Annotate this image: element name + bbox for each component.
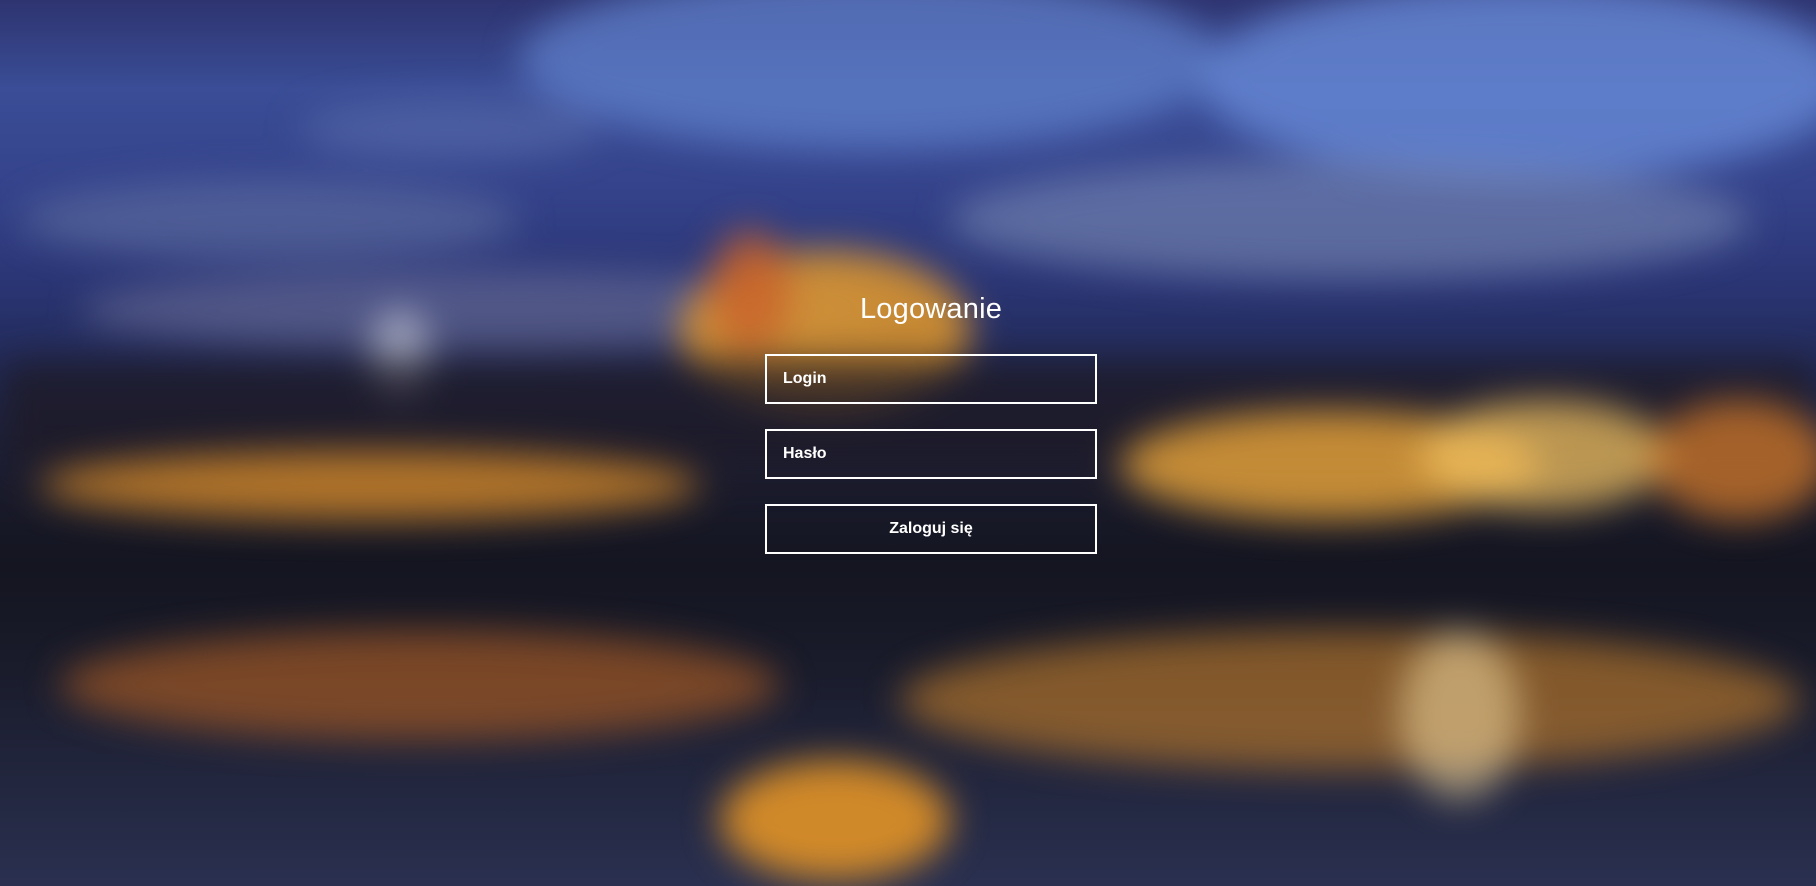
cloud	[20, 180, 520, 260]
login-button[interactable]: Zaloguj się	[765, 504, 1097, 554]
city-lights	[1650, 400, 1816, 520]
reflection	[1400, 630, 1520, 800]
page-title: Logowanie	[859, 293, 1003, 325]
city-lights	[40, 450, 700, 520]
password-input[interactable]	[765, 429, 1097, 479]
city-lights	[1420, 400, 1670, 510]
reflection	[900, 630, 1800, 770]
login-input[interactable]	[765, 354, 1097, 404]
reflection	[720, 760, 950, 880]
cloud	[950, 160, 1750, 280]
cloud	[1200, 0, 1816, 180]
cloud	[300, 100, 600, 160]
cloud	[520, 0, 1220, 150]
login-form: Logowanie Zaloguj się	[765, 285, 1097, 554]
reflection	[60, 630, 780, 740]
